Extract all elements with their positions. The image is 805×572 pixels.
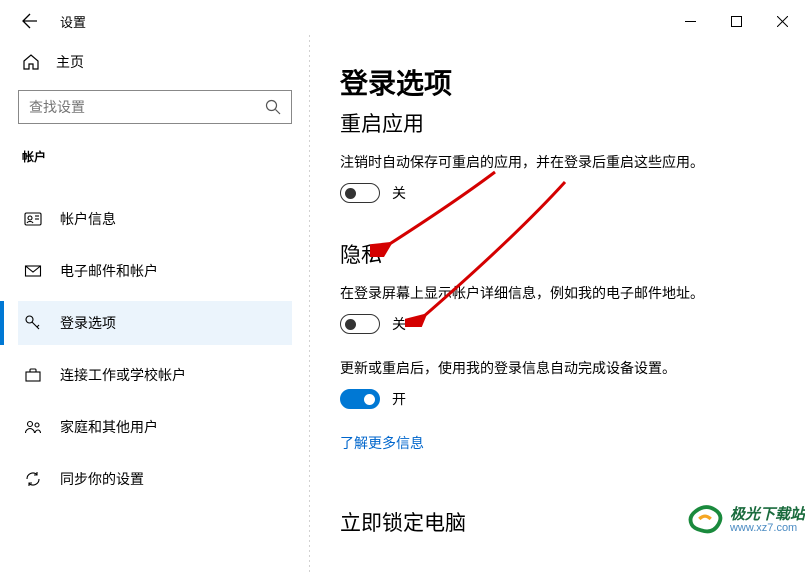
privacy-toggle2[interactable] xyxy=(340,389,380,409)
minimize-button[interactable] xyxy=(667,5,713,37)
toggle-knob xyxy=(345,319,356,330)
close-button[interactable] xyxy=(759,5,805,37)
restart-toggle-label: 关 xyxy=(392,183,406,203)
privacy-desc2: 更新或重启后，使用我的登录信息自动完成设备设置。 xyxy=(340,358,775,379)
minimize-icon xyxy=(685,16,696,27)
nav-family[interactable]: 家庭和其他用户 xyxy=(18,405,292,449)
watermark-text: 极光下载站 www.xz7.com xyxy=(730,503,805,534)
search-icon xyxy=(265,99,281,115)
nav-label: 同步你的设置 xyxy=(60,469,144,489)
key-icon xyxy=(24,314,42,332)
nav-account-info[interactable]: 帐户信息 xyxy=(18,197,292,241)
search-box[interactable] xyxy=(18,90,292,124)
maximize-icon xyxy=(731,16,742,27)
home-label: 主页 xyxy=(56,52,84,72)
titlebar-left: 设置 xyxy=(0,11,86,31)
nav-work-school[interactable]: 连接工作或学校帐户 xyxy=(18,353,292,397)
nav-label: 家庭和其他用户 xyxy=(60,417,158,437)
privacy-desc1: 在登录屏幕上显示帐户详细信息，例如我的电子邮件地址。 xyxy=(340,283,775,304)
sync-icon xyxy=(24,470,42,488)
nav-label: 电子邮件和帐户 xyxy=(60,261,158,281)
main-panel: 登录选项 重启应用 注销时自动保存可重启的应用，并在登录后重启这些应用。 关 隐… xyxy=(310,42,805,536)
privacy-toggle1-label: 关 xyxy=(392,314,406,334)
email-icon xyxy=(24,262,42,280)
toggle-knob xyxy=(364,394,375,405)
restart-toggle[interactable] xyxy=(340,183,380,203)
nav-label: 连接工作或学校帐户 xyxy=(60,365,186,385)
back-button[interactable] xyxy=(20,11,40,31)
account-icon xyxy=(24,210,42,228)
watermark-line1: 极光下载站 xyxy=(730,503,805,524)
restart-toggle-row: 关 xyxy=(340,183,775,203)
window-title: 设置 xyxy=(60,12,86,31)
toggle-knob xyxy=(345,188,356,199)
people-icon xyxy=(24,418,42,436)
search-input[interactable] xyxy=(29,99,265,115)
home-nav[interactable]: 主页 xyxy=(18,42,292,90)
page-title: 登录选项 xyxy=(340,62,775,102)
nav-label: 帐户信息 xyxy=(60,209,116,229)
privacy-toggle1[interactable] xyxy=(340,314,380,334)
privacy-toggle2-row: 开 xyxy=(340,389,775,409)
nav-signin-options[interactable]: 登录选项 xyxy=(18,301,292,345)
restart-heading: 重启应用 xyxy=(340,108,775,138)
nav-label: 登录选项 xyxy=(60,313,116,333)
briefcase-icon xyxy=(24,366,42,384)
nav-list: 帐户信息 电子邮件和帐户 登录选项 连接工作或学校帐户 家庭和其他用户 同步你的… xyxy=(18,197,292,501)
close-icon xyxy=(777,16,788,27)
nav-email[interactable]: 电子邮件和帐户 xyxy=(18,249,292,293)
learn-more-link[interactable]: 了解更多信息 xyxy=(340,433,424,453)
maximize-button[interactable] xyxy=(713,5,759,37)
privacy-toggle1-row: 关 xyxy=(340,314,775,334)
restart-desc: 注销时自动保存可重启的应用，并在登录后重启这些应用。 xyxy=(340,152,775,173)
back-arrow-icon xyxy=(22,13,38,29)
category-label: 帐户 xyxy=(18,144,292,175)
privacy-toggle2-label: 开 xyxy=(392,389,406,409)
watermark-logo-icon xyxy=(686,500,724,536)
window-controls xyxy=(667,5,805,37)
home-icon xyxy=(22,53,40,71)
sidebar: 主页 帐户 帐户信息 电子邮件和帐户 登录选项 连接工作或学校帐户 xyxy=(0,42,310,536)
nav-sync[interactable]: 同步你的设置 xyxy=(18,457,292,501)
content-area: 主页 帐户 帐户信息 电子邮件和帐户 登录选项 连接工作或学校帐户 xyxy=(0,42,805,536)
privacy-heading: 隐私 xyxy=(340,239,775,269)
watermark-line2: www.xz7.com xyxy=(730,522,805,534)
watermark: 极光下载站 www.xz7.com xyxy=(686,500,805,536)
titlebar: 设置 xyxy=(0,0,805,42)
